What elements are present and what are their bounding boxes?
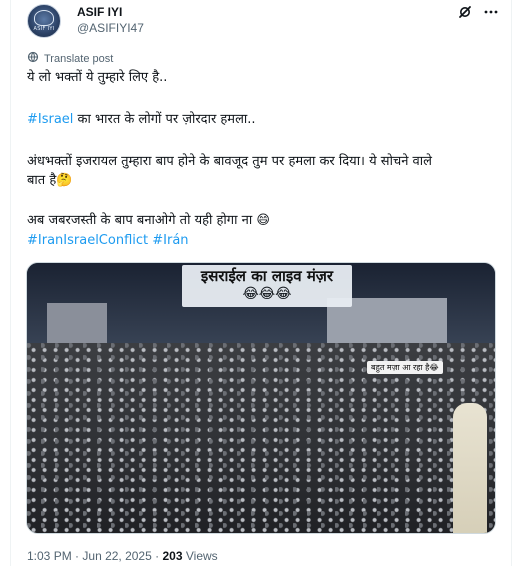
post-line-3a: अंधभक्तों इजरायल तुम्हारा बाप होने के बा… [27,154,432,169]
author-handle[interactable]: @ASIFIYI47 [77,21,144,35]
post-line-2-text: का भारत के लोगों पर ज़ोरदार हमला.. [73,112,256,127]
post-card: ASIF IYI ASIF IYI @ASIFIYI47 Translate p… [10,0,512,566]
views-count: 203 [162,549,183,563]
post-date[interactable]: Jun 22, 2025 [82,549,151,563]
post-meta: 1:03 PM · Jun 22, 2025 · 203 Views [27,549,218,563]
translate-label: Translate post [44,52,114,65]
video-caption: बहुत मज़ा आ रहा है😂 [367,361,443,374]
avatar-emblem [34,10,54,26]
post-line-1: ये लो भक्तों ये तुम्हारे लिए है.. [27,70,168,85]
translate-icon [27,51,39,66]
avatar[interactable]: ASIF IYI [27,4,61,38]
post-line-2: #Israel का भारत के लोगों पर ज़ोरदार हमला… [27,111,507,129]
video-banner-emoji: 😂😂😂 [242,286,292,302]
translate-post-link[interactable]: Translate post [27,51,113,66]
more-icon[interactable] [483,4,499,20]
hashtag-iran[interactable]: #Irán [152,233,188,248]
video-media[interactable]: इसराईल का लाइव मंज़र 😂😂😂 बहुत मज़ा आ रहा… [26,262,496,534]
meta-separator: · [75,549,80,563]
post-header: ASIF IYI ASIF IYI @ASIFIYI47 [25,2,499,42]
post-line-3b: बात है🤔 [27,173,73,188]
hashtag-israel[interactable]: #Israel [27,112,73,127]
meta-separator: · [155,549,160,563]
video-banner-title: इसराईल का लाइव मंज़र [200,267,334,285]
hashtag-iranisraelconflict[interactable]: #IranIsraelConflict [27,233,148,248]
views-label: Views [185,549,218,563]
author-name[interactable]: ASIF IYI [77,5,122,19]
video-banner: इसराईल का लाइव मंज़र 😂😂😂 [182,265,352,307]
grok-icon[interactable] [457,4,473,20]
video-figure [453,403,487,533]
post-time[interactable]: 1:03 PM [27,549,72,563]
avatar-text: ASIF IYI [33,26,55,32]
header-actions [457,4,499,20]
post-hashtags: #IranIsraelConflict #Irán [27,232,507,250]
post-line-4: अब जबरजस्ती के बाप बनाओगे तो यही होगा ना… [27,213,270,228]
